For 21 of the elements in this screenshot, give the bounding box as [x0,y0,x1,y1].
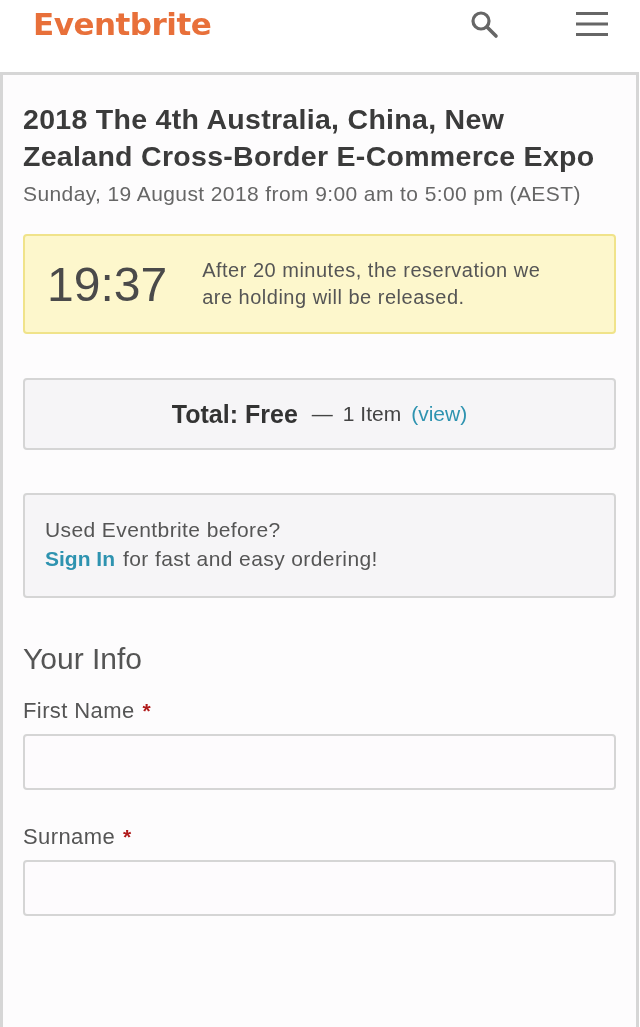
event-date: Sunday, 19 August 2018 from 9:00 am to 5:00 pm (AEST) [23,181,582,207]
view-link[interactable]: (view) [411,402,468,426]
signin-text: for fast and easy ordering! [123,547,378,571]
separator-dash: — [311,402,333,426]
item-count: 1 Item [342,402,402,426]
required-mark: * [123,825,132,849]
field-label: Surname [23,824,116,850]
search-icon[interactable] [469,9,499,39]
signin-question: Used Eventbrite before? [45,518,282,542]
event-title: 2018 The 4th Australia, China, New Zealand Cross-Border E-Commerce Expo [23,102,596,174]
input-field[interactable] [23,860,616,916]
timer-message: After 20 minutes, the reservation we are holding will be released. [202,258,542,310]
required-mark: * [142,699,151,723]
logo[interactable]: Eventbrite [33,6,212,42]
field-label: First Name [23,698,135,724]
section-heading: Your Info [23,642,143,676]
total-label: Total: Free [171,399,298,429]
input-field[interactable] [23,734,616,790]
countdown-time: 19:37 [47,256,168,312]
signin-link[interactable]: Sign In [45,547,115,571]
menu-icon[interactable] [576,11,608,37]
